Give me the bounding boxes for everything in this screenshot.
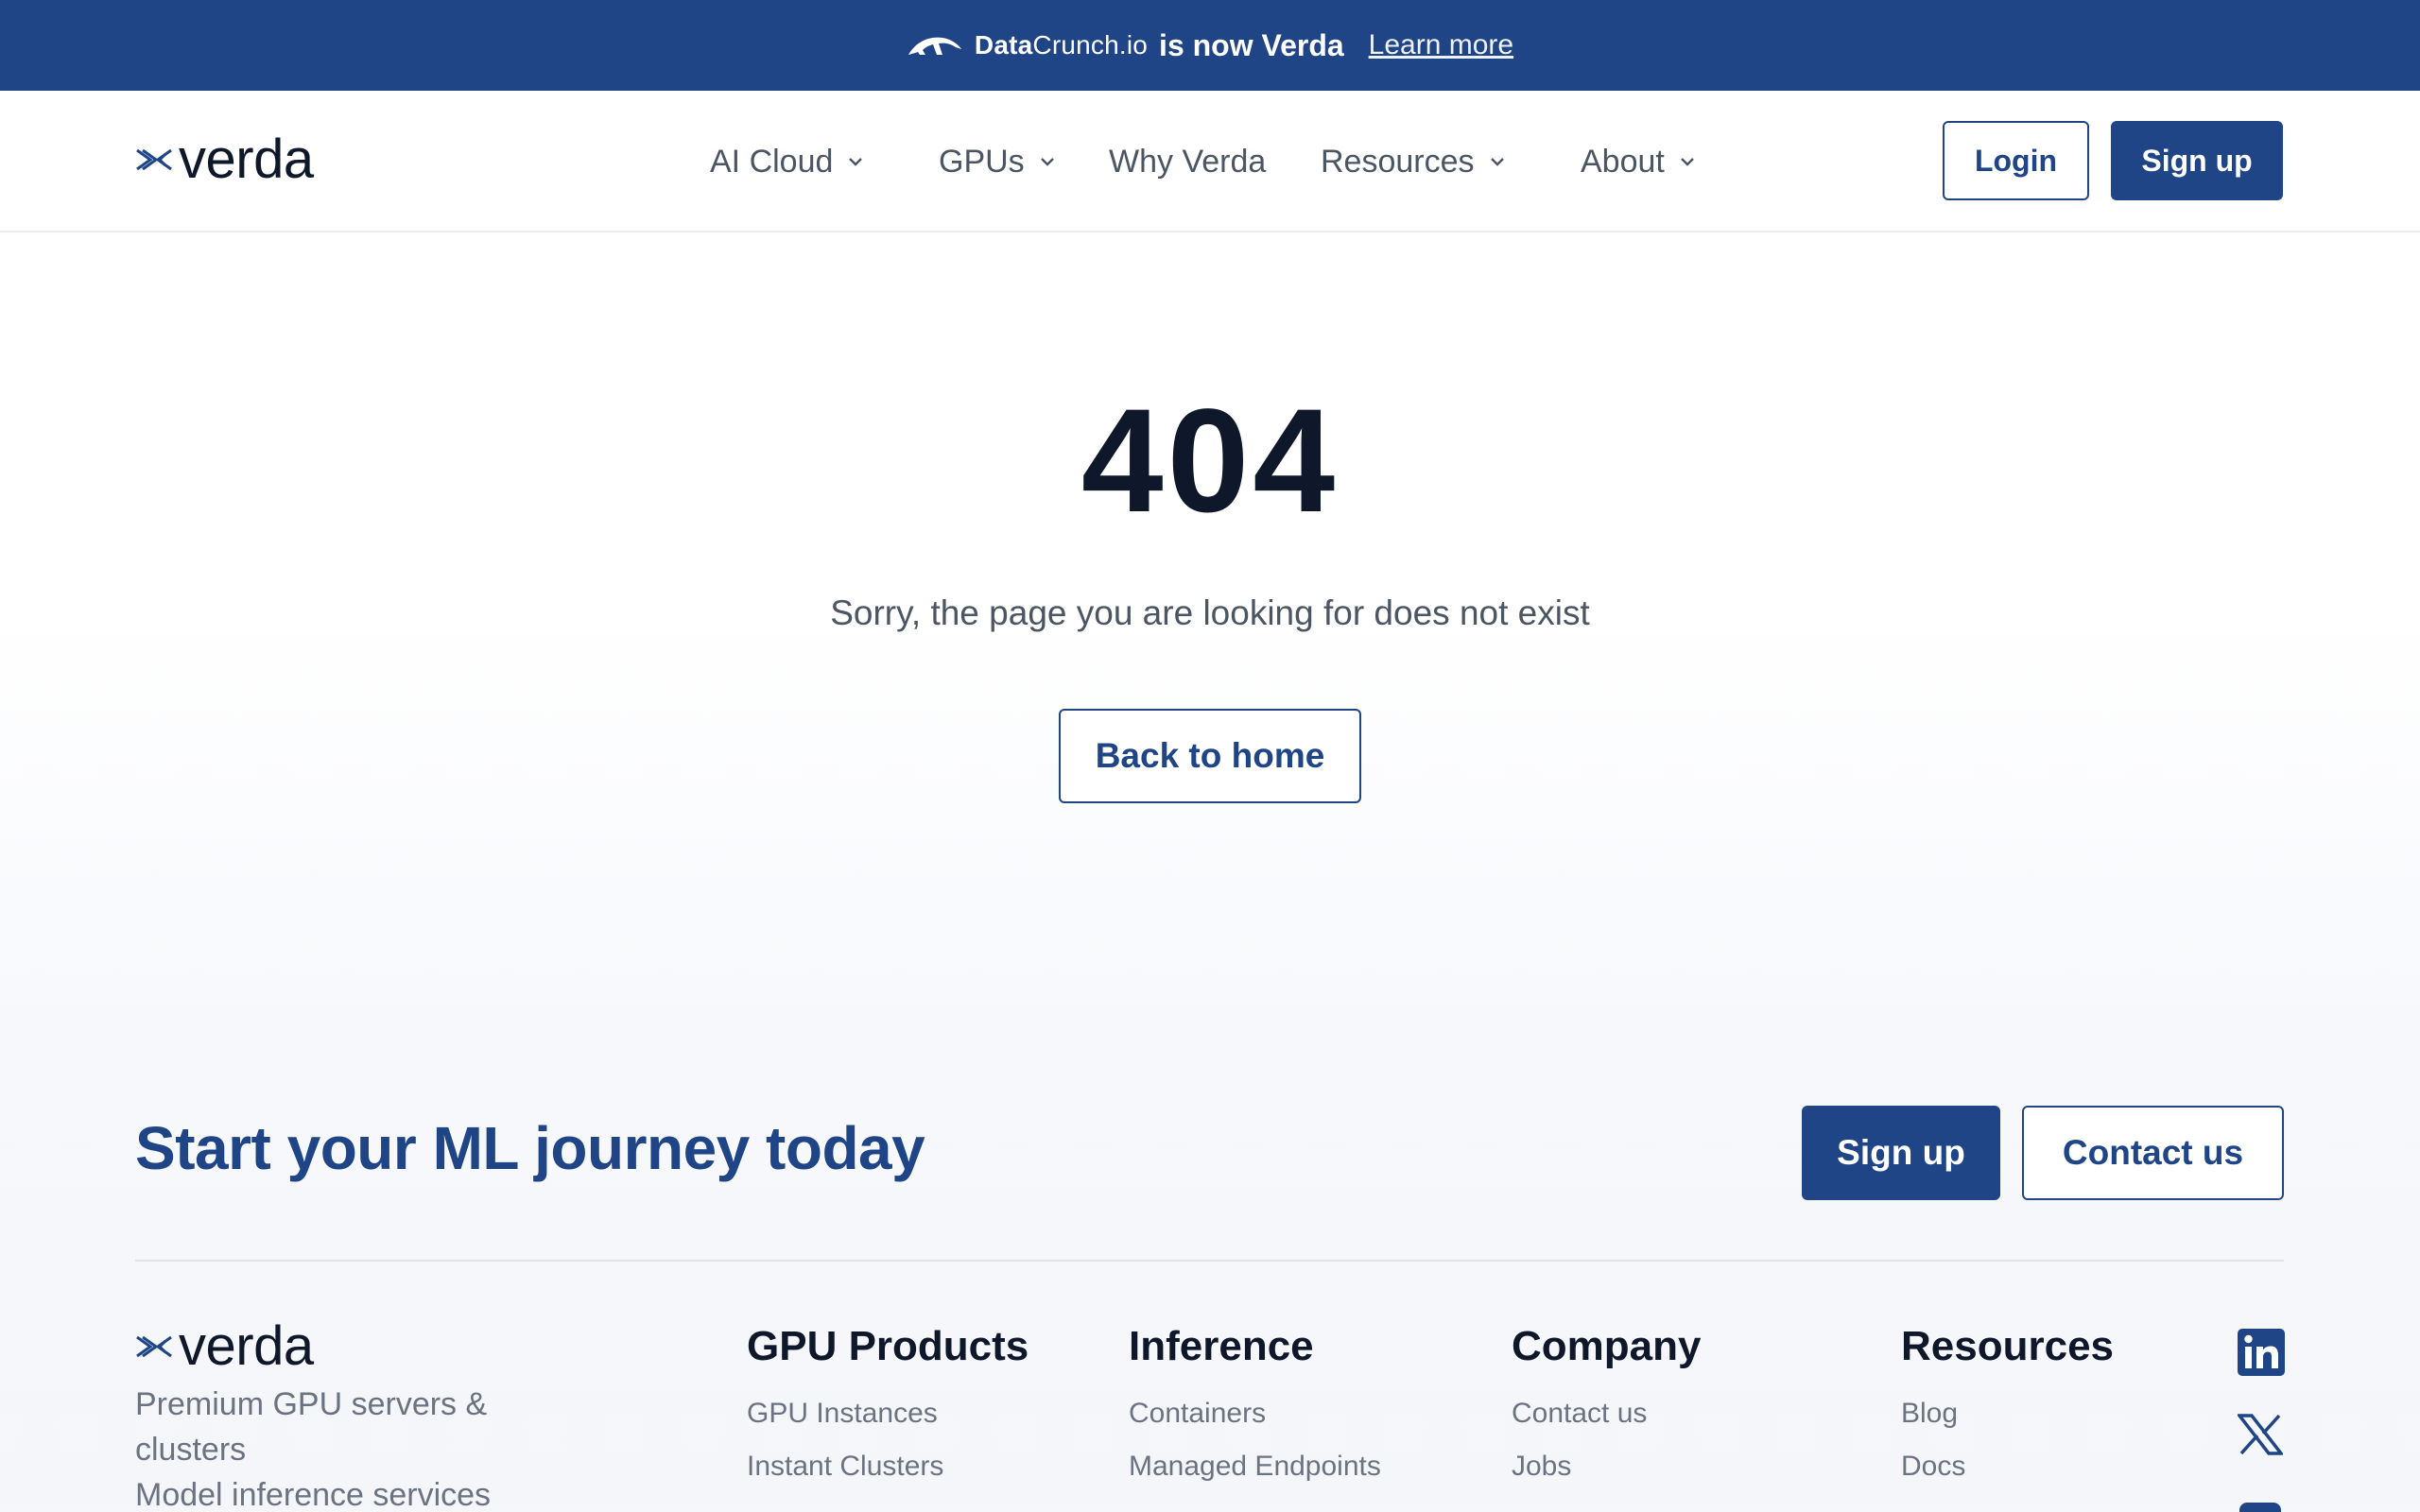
chevron-down-icon [1681, 158, 1694, 166]
nav-resources[interactable]: Resources [1321, 138, 1507, 185]
nav-label: Resources [1321, 143, 1475, 180]
header-signup-button[interactable]: Sign up [2111, 121, 2283, 200]
cta-contact-button[interactable]: Contact us [2022, 1106, 2284, 1200]
chevron-down-icon [1040, 158, 1054, 166]
site-header: verda AI Cloud GPUs Why Verda Resources … [0, 91, 2420, 232]
footer-link[interactable]: Jobs [1512, 1440, 1701, 1493]
nav-gpus[interactable]: GPUs [939, 138, 1057, 185]
datacrunch-wordmark: DataCrunch.io [975, 30, 1148, 60]
footer-col-inference: Inference Containers Managed Endpoints [1129, 1323, 1381, 1493]
x-icon[interactable] [2238, 1414, 2283, 1455]
chevron-down-icon [1490, 158, 1504, 166]
footer-link[interactable]: Managed Endpoints [1129, 1440, 1381, 1493]
tagline-line: Premium GPU servers & [135, 1386, 488, 1422]
calendar-icon[interactable] [2238, 1499, 2283, 1512]
footer-col-title: GPU Products [747, 1323, 1029, 1369]
footer-link[interactable]: Blog [1901, 1387, 2114, 1440]
nav-about[interactable]: About [1581, 138, 1697, 185]
brand-rest: Crunch.io [1032, 30, 1149, 60]
error-message: Sorry, the page you are looking for does… [830, 593, 1590, 632]
footer-col-title: Inference [1129, 1323, 1314, 1369]
nav-label: About [1581, 143, 1665, 180]
datacrunch-brand: DataCrunch.io [907, 30, 1148, 60]
datacrunch-logo-icon [907, 34, 963, 57]
footer-divider [135, 1260, 2284, 1262]
back-to-home-button[interactable]: Back to home [1059, 709, 1361, 803]
brand-bold: Data [974, 30, 1033, 60]
announcement-message: is now Verda [1159, 27, 1344, 62]
footer-link[interactable]: GPU Instances [747, 1387, 1028, 1440]
verda-mark-icon [136, 148, 172, 171]
cta-title: Start your ML journey today [135, 1114, 925, 1182]
nav-label: AI Cloud [710, 143, 834, 180]
tagline-line: Model inference services [135, 1477, 492, 1512]
verda-mark-icon [136, 1335, 172, 1358]
verda-logo[interactable]: verda [135, 132, 314, 187]
footer-col-company: Company Contact us Jobs [1512, 1323, 1701, 1493]
tagline-line: clusters [135, 1432, 247, 1468]
nav-label: GPUs [939, 143, 1025, 180]
footer-link[interactable]: Contact us [1512, 1387, 1701, 1440]
footer-link[interactable]: Docs [1901, 1440, 2114, 1493]
footer-col-resources: Resources Blog Docs [1901, 1323, 2114, 1493]
cta-signup-button[interactable]: Sign up [1802, 1106, 2000, 1200]
footer-link[interactable]: Instant Clusters [747, 1440, 1028, 1493]
footer-col-gpu-products: GPU Products GPU Instances Instant Clust… [747, 1323, 1028, 1493]
logo-wordmark: verda [179, 1315, 314, 1377]
footer-tagline: Premium GPU servers & clusters Model inf… [135, 1382, 542, 1512]
chevron-down-icon [849, 158, 863, 166]
footer-col-title: Company [1512, 1323, 1702, 1369]
logo-wordmark: verda [179, 129, 314, 190]
footer-link[interactable]: Containers [1129, 1387, 1381, 1440]
announcement-bar: DataCrunch.io is now Verda Learn more [0, 0, 2420, 91]
learn-more-link[interactable]: Learn more [1369, 29, 1513, 61]
footer-col-title: Resources [1901, 1323, 2115, 1369]
nav-ai-cloud[interactable]: AI Cloud [710, 138, 865, 185]
footer-verda-logo[interactable]: verda [135, 1319, 314, 1374]
nav-label: Why Verda [1109, 143, 1267, 180]
login-button[interactable]: Login [1943, 121, 2089, 200]
error-code: 404 [1080, 379, 1340, 543]
linkedin-icon[interactable] [2238, 1329, 2285, 1376]
nav-why-verda[interactable]: Why Verda [1109, 138, 1266, 185]
